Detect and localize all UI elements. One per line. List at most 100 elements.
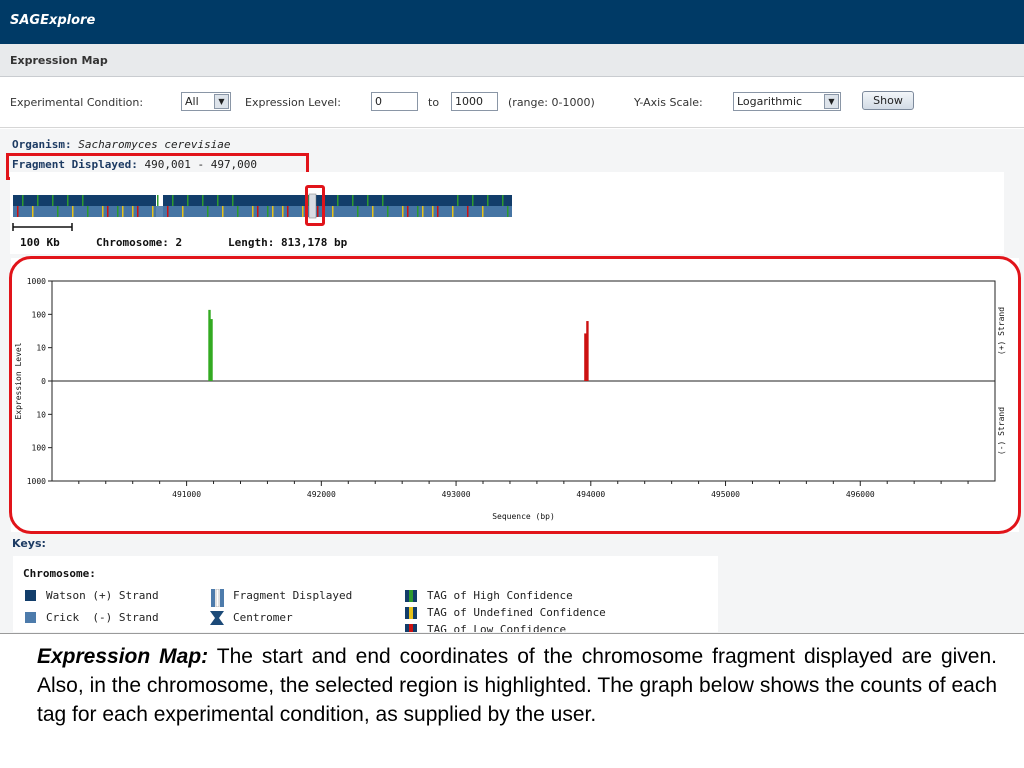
tag-band <box>367 195 369 206</box>
keys-panel: Chromosome: Watson (+) Strand Crick (-) … <box>13 556 718 632</box>
tag-band <box>287 206 289 217</box>
tag-band <box>417 206 419 217</box>
tag-band <box>452 206 454 217</box>
tag-band <box>467 206 469 217</box>
tag-band <box>482 206 484 217</box>
slide-divider <box>0 633 1024 634</box>
tag-band <box>17 206 19 217</box>
key-watson-label: Watson (+) Strand <box>46 589 159 602</box>
section-bar <box>0 44 1024 77</box>
keys-title: Keys: <box>12 537 46 550</box>
tag-band <box>57 206 59 217</box>
condition-label: Experimental Condition: <box>10 96 144 109</box>
tag-band <box>87 206 89 217</box>
tag-band <box>407 206 409 217</box>
tag-band <box>257 206 259 217</box>
keys-chromosome-heading: Chromosome: <box>23 567 96 580</box>
selected-region-box <box>305 185 325 226</box>
key-undefined-label: TAG of Undefined Confidence <box>427 606 606 619</box>
level-to-input[interactable] <box>451 92 498 111</box>
tag-band <box>302 206 304 217</box>
tag-band <box>102 206 104 217</box>
level-label: Expression Level: <box>245 96 341 109</box>
tag-band <box>432 206 434 217</box>
to-label: to <box>428 96 440 109</box>
scale-label: 100 Kb <box>20 236 60 249</box>
tag-band <box>402 206 404 217</box>
tag-band <box>272 206 274 217</box>
organism-line: Organism: Sacharomyces cerevisiae <box>12 138 231 151</box>
organism-label: Organism: <box>12 138 72 151</box>
key-crick-label: Crick (-) Strand <box>46 611 159 624</box>
key-low-label: TAG of Low Confidence <box>427 623 567 632</box>
chevron-down-icon: ▼ <box>214 94 229 109</box>
tag-band <box>172 195 174 206</box>
tag-band <box>252 206 254 217</box>
tag-band <box>267 206 269 217</box>
tag-band <box>457 195 459 206</box>
tag-band <box>337 195 339 206</box>
tag-band <box>67 195 69 206</box>
chart-highlight-box <box>9 256 1021 534</box>
tag-band <box>37 195 39 206</box>
tag-band <box>182 206 184 217</box>
tag-band <box>282 206 284 217</box>
tag-band <box>352 195 354 206</box>
tag-band <box>207 206 209 217</box>
tag-band <box>122 206 124 217</box>
key-centromer-label: Centromer <box>233 611 293 624</box>
chromosome-number: Chromosome: 2 <box>96 236 183 249</box>
tag-band <box>422 206 424 217</box>
centromer-icon <box>210 611 224 625</box>
tag-band <box>332 206 334 217</box>
tag-band <box>502 195 504 206</box>
tag-band <box>217 195 219 206</box>
app-title: SAGExplore <box>10 13 96 28</box>
tag-band <box>52 195 54 206</box>
tag-band <box>372 206 374 217</box>
tag-band <box>437 206 439 217</box>
level-from-input[interactable] <box>371 92 418 111</box>
tag-band <box>32 206 34 217</box>
tag-band <box>137 206 139 217</box>
range-hint: (range: 0-1000) <box>508 96 595 109</box>
show-button[interactable]: Show <box>862 91 914 110</box>
low-confidence-icon <box>405 624 417 632</box>
yscale-select-value: Logarithmic <box>737 95 803 108</box>
caption-lead: Expression Map: <box>37 645 209 668</box>
fragment-displayed-icon <box>211 589 224 607</box>
tag-band <box>472 195 474 206</box>
tag-band <box>382 195 384 206</box>
tag-band <box>222 206 224 217</box>
tag-band <box>82 195 84 206</box>
condition-select-value: All <box>185 95 199 108</box>
slide-caption: Expression Map: The start and end coordi… <box>37 642 997 729</box>
yscale-label: Y-Axis Scale: <box>634 96 703 109</box>
organism-value: Sacharomyces cerevisiae <box>78 138 231 151</box>
tag-band <box>187 195 189 206</box>
high-confidence-icon <box>405 590 417 602</box>
chevron-down-icon: ▼ <box>824 94 839 109</box>
section-title: Expression Map <box>10 54 108 67</box>
tag-band <box>387 206 389 217</box>
tag-band <box>107 206 109 217</box>
condition-select[interactable]: All ▼ <box>181 92 231 111</box>
yscale-select[interactable]: Logarithmic ▼ <box>733 92 841 111</box>
tag-band <box>202 195 204 206</box>
tag-band <box>152 206 154 217</box>
key-fragment-label: Fragment Displayed <box>233 589 353 602</box>
tag-band <box>167 206 169 217</box>
crick-swatch-icon <box>25 612 36 623</box>
tag-band <box>22 195 24 206</box>
tag-band <box>507 206 509 217</box>
undefined-confidence-icon <box>405 607 417 619</box>
tag-band <box>132 206 134 217</box>
chromosome-length: Length: 813,178 bp <box>228 236 348 249</box>
tag-band <box>487 195 489 206</box>
tag-band <box>72 206 74 217</box>
watson-swatch-icon <box>25 590 36 601</box>
tag-band <box>117 206 119 217</box>
tag-band <box>357 206 359 217</box>
tag-band <box>237 206 239 217</box>
key-high-label: TAG of High Confidence <box>427 589 573 602</box>
